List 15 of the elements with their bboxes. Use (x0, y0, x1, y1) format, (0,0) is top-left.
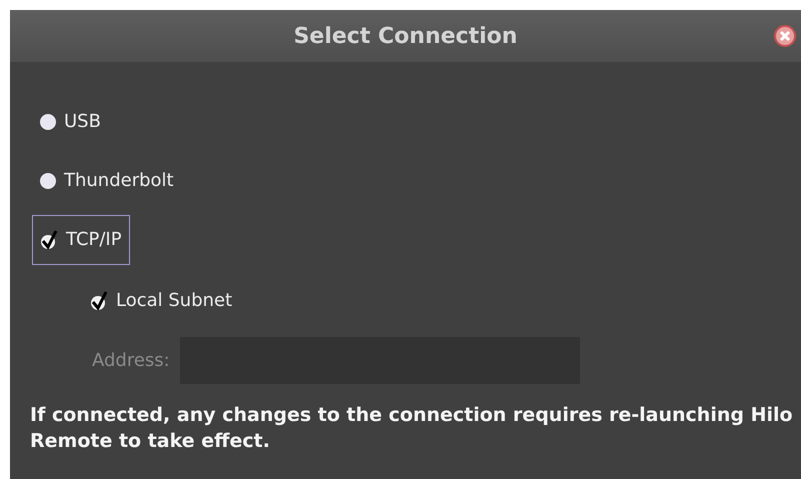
window-title: Select Connection (294, 22, 518, 50)
connection-option[interactable]: TCP/IP (32, 214, 130, 264)
checkmark-icon[interactable] (40, 230, 58, 250)
note-text: If connected, any changes to the connection requires re-launching Hilo Remote to take effect. (30, 403, 794, 454)
option-label: Thunderbolt (64, 169, 174, 193)
checkbox-label: Local Subnet (116, 289, 232, 313)
close-icon[interactable] (773, 24, 797, 48)
checkmark-icon[interactable] (90, 290, 108, 310)
option-label: USB (64, 110, 101, 134)
radio-button[interactable] (40, 114, 56, 130)
option-label: TCP/IP (66, 228, 122, 252)
connection-option[interactable]: USB (32, 96, 109, 146)
connection-option[interactable]: Thunderbolt (32, 156, 182, 206)
field-label: Address: (92, 348, 170, 372)
radio-button[interactable] (40, 172, 56, 188)
